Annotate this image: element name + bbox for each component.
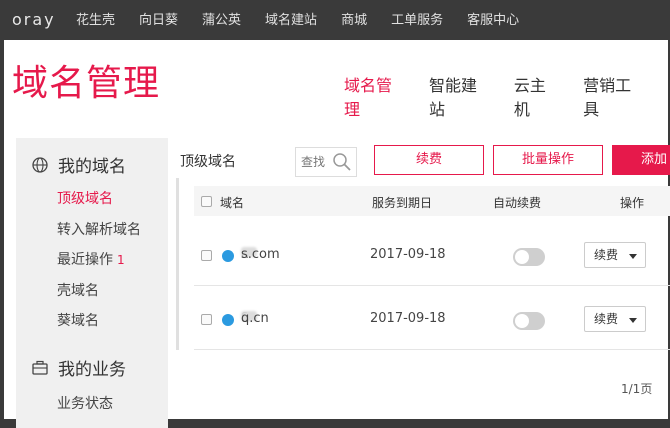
topnav-item-domain-site[interactable]: 域名建站 [265, 0, 317, 40]
action-select-label: 续费 [594, 312, 619, 326]
action-select[interactable]: 续费 [584, 242, 646, 268]
sidebar-item-kui-domains[interactable]: 葵域名 [57, 310, 99, 330]
search-icon[interactable] [332, 152, 352, 172]
pagination-label: 1/1页 [621, 382, 653, 396]
sidebar-section-title: 我的域名 [58, 157, 126, 177]
main-nav: 域名管理 智能建站 云主机 营销工具 [344, 72, 668, 120]
topnav-item-mall[interactable]: 商城 [341, 0, 367, 40]
sidebar-item-recent-ops[interactable]: 最近操作 1 [57, 249, 125, 269]
globe-icon [222, 250, 234, 262]
search-input[interactable] [296, 148, 332, 176]
action-select[interactable]: 续费 [584, 306, 646, 332]
globe-icon [222, 314, 234, 326]
col-header-expiry: 服务到期日 [372, 196, 433, 210]
table-header: 域名 服务到期日 自动续费 操作 [194, 186, 670, 216]
mainnav-marketing[interactable]: 营销工具 [583, 72, 646, 120]
mainnav-smart-site[interactable]: 智能建站 [429, 72, 492, 120]
recent-ops-badge: 1 [117, 253, 125, 267]
sidebar-section-title: 我的业务 [58, 360, 126, 380]
mainnav-cloud-host[interactable]: 云主机 [514, 72, 561, 120]
sidebar: 我的域名 顶级域名 转入解析域名 最近操作 1 壳域名 葵域名 我的业务 业务状态 [16, 138, 168, 428]
search-box[interactable] [295, 147, 357, 177]
sidebar-item-business-status[interactable]: 业务状态 [57, 393, 113, 413]
topnav-item-huashengke[interactable]: 花生壳 [76, 0, 115, 40]
oray-logo[interactable]: oray [12, 10, 56, 29]
col-header-auto-renew: 自动续费 [493, 196, 542, 210]
chevron-down-icon [629, 318, 637, 323]
topnav-item-ticket[interactable]: 工单服务 [391, 0, 443, 40]
domain-suffix: q.cn [241, 311, 269, 326]
row-checkbox[interactable] [201, 250, 212, 261]
chevron-down-icon [629, 254, 637, 259]
action-select-label: 续费 [594, 248, 619, 262]
topnav-item-support[interactable]: 客服中心 [467, 0, 519, 40]
row-checkbox[interactable] [201, 314, 212, 325]
renew-button[interactable]: 续费 [374, 145, 484, 175]
table-row: 8q.cn 2017-09-18 续费 [194, 288, 670, 350]
domain-table: 域名 服务到期日 自动续费 操作 as.com 2017-09-18 续费 8q… [194, 186, 670, 350]
top-nav: 花生壳 向日葵 蒲公英 域名建站 商城 工单服务 客服中心 [62, 0, 529, 40]
auto-renew-toggle[interactable] [513, 248, 545, 266]
sidebar-item-transfer-domains[interactable]: 转入解析域名 [57, 219, 141, 239]
sidebar-section-my-business: 我的业务 [32, 355, 126, 380]
domain-suffix: s.com [241, 247, 280, 262]
expiry-date: 2017-09-18 [370, 311, 446, 326]
table-row: as.com 2017-09-18 续费 [194, 224, 670, 286]
col-header-domain: 域名 [220, 196, 245, 210]
content-section-label: 顶级域名 [180, 154, 236, 170]
sidebar-item-label: 最近操作 [57, 252, 113, 268]
top-bar: oray 花生壳 向日葵 蒲公英 域名建站 商城 工单服务 客服中心 [0, 0, 670, 40]
col-header-action: 操作 [620, 196, 645, 210]
page-title: 域名管理 [12, 63, 161, 104]
expiry-date: 2017-09-18 [370, 247, 446, 262]
topnav-item-pugongying[interactable]: 蒲公英 [202, 0, 241, 40]
topnav-item-xiangrikui[interactable]: 向日葵 [139, 0, 178, 40]
table-scrollbar[interactable] [176, 178, 179, 350]
globe-icon [32, 156, 48, 173]
auto-renew-toggle[interactable] [513, 312, 545, 330]
mainnav-domain-manage[interactable]: 域名管理 [344, 72, 407, 120]
select-all-checkbox[interactable] [201, 196, 212, 207]
sidebar-section-my-domains: 我的域名 [32, 152, 126, 177]
sidebar-item-shell-domains[interactable]: 壳域名 [57, 280, 99, 300]
sidebar-item-top-level-domains[interactable]: 顶级域名 [57, 188, 113, 208]
briefcase-icon [32, 360, 48, 375]
add-domain-button[interactable]: 添加 [612, 145, 670, 175]
batch-operation-button[interactable]: 批量操作 [493, 145, 603, 175]
